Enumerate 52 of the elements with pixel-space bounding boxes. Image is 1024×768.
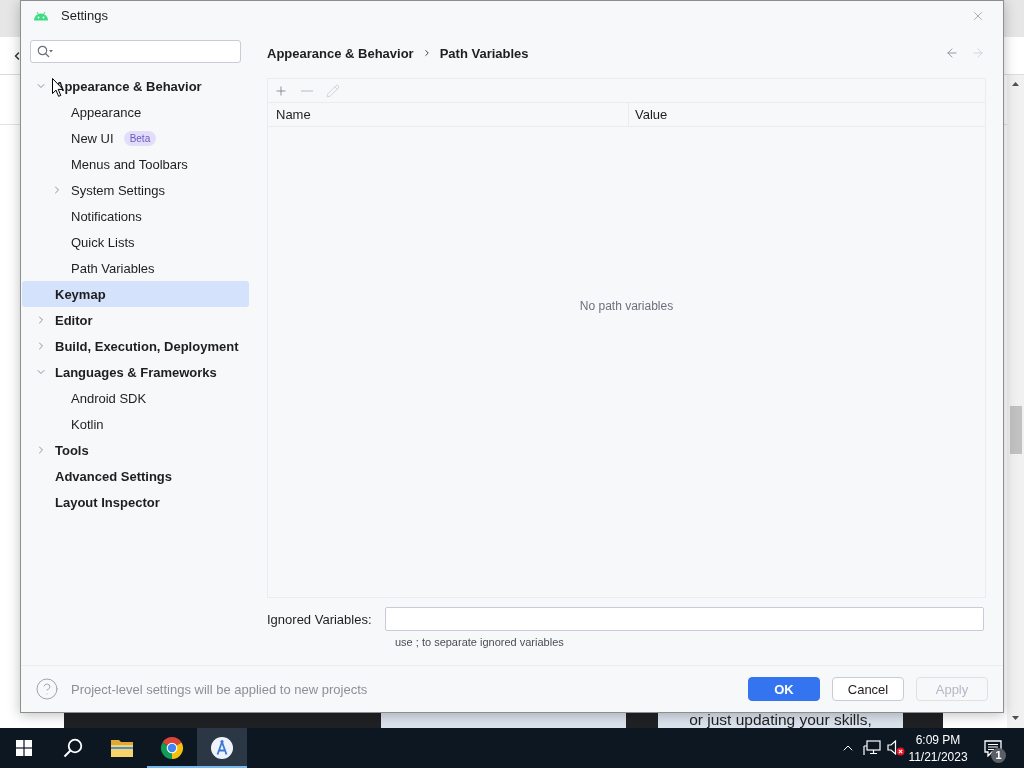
page-text: or just updating your skills, bbox=[689, 712, 872, 728]
tree-item[interactable]: Appearance bbox=[22, 99, 249, 125]
speech-bubble-icon bbox=[984, 739, 1002, 757]
ok-button[interactable]: OK bbox=[748, 677, 820, 701]
tree-item[interactable]: Languages & Frameworks bbox=[22, 359, 249, 385]
tree-item[interactable]: Notifications bbox=[22, 203, 249, 229]
breadcrumb-item: Path Variables bbox=[439, 45, 529, 61]
network-icon bbox=[863, 740, 881, 756]
window-title: Settings bbox=[61, 8, 109, 23]
empty-state-text: No path variables bbox=[579, 299, 674, 313]
browser-logo-icon bbox=[160, 736, 184, 760]
tree-item[interactable]: System Settings bbox=[22, 177, 249, 203]
beta-tag: Beta bbox=[123, 130, 157, 146]
notification-count: 1 bbox=[991, 748, 1006, 763]
tree-item[interactable]: Path Variables bbox=[22, 255, 249, 281]
dialog-button[interactable]: Cancel bbox=[832, 677, 904, 701]
column-header: Name bbox=[268, 103, 629, 126]
scroll-down-icon[interactable] bbox=[1012, 716, 1019, 720]
clock-date: 11/21/2023 bbox=[908, 749, 968, 764]
search-icon bbox=[37, 45, 53, 58]
tree-item[interactable]: Layout Inspector bbox=[22, 489, 249, 515]
tree-item[interactable]: Build, Execution, Deployment bbox=[22, 333, 249, 359]
tree-item[interactable]: Keymap bbox=[22, 281, 249, 307]
tree-item[interactable]: Menus and Toolbars bbox=[22, 151, 249, 177]
scroll-up-icon[interactable] bbox=[1012, 82, 1019, 86]
tree-item[interactable]: New UI Beta bbox=[22, 125, 249, 151]
search-field[interactable] bbox=[30, 40, 241, 63]
compass-logo-icon bbox=[210, 736, 234, 760]
clock[interactable]: 6:09 PM 11/21/2023 bbox=[908, 728, 968, 768]
back-button[interactable] bbox=[945, 46, 959, 60]
ignored-variables-field[interactable] bbox=[384, 607, 984, 631]
tree-item[interactable]: Editor bbox=[22, 307, 249, 333]
clock-time: 6:09 PM bbox=[915, 732, 961, 747]
tree-item[interactable]: Quick Lists bbox=[22, 229, 249, 255]
breadcrumb-item[interactable]: Appearance & Behavior bbox=[267, 45, 414, 61]
scrollbar-thumb[interactable] bbox=[1009, 406, 1022, 454]
field-label: Ignored Variables: bbox=[267, 611, 372, 627]
footer-note: Project-level settings will be applied to new projects bbox=[71, 681, 369, 697]
tree-item[interactable]: Android SDK bbox=[22, 385, 249, 411]
tree-item[interactable]: Tools bbox=[22, 437, 249, 463]
windows-logo-icon bbox=[16, 740, 32, 756]
folder-icon bbox=[110, 738, 134, 758]
tree-item[interactable]: Kotlin bbox=[22, 411, 249, 437]
notifications-button[interactable]: 1 bbox=[978, 728, 1008, 768]
search-icon bbox=[62, 738, 83, 758]
column-header: Value bbox=[634, 106, 669, 124]
add-button[interactable] bbox=[274, 83, 288, 98]
help-text: use ; to separate ignored variables bbox=[395, 635, 565, 649]
help-icon[interactable] bbox=[35, 677, 59, 701]
taskbar-app[interactable] bbox=[197, 728, 247, 768]
android-icon bbox=[34, 10, 48, 21]
tree-item[interactable]: Advanced Settings bbox=[22, 463, 249, 489]
